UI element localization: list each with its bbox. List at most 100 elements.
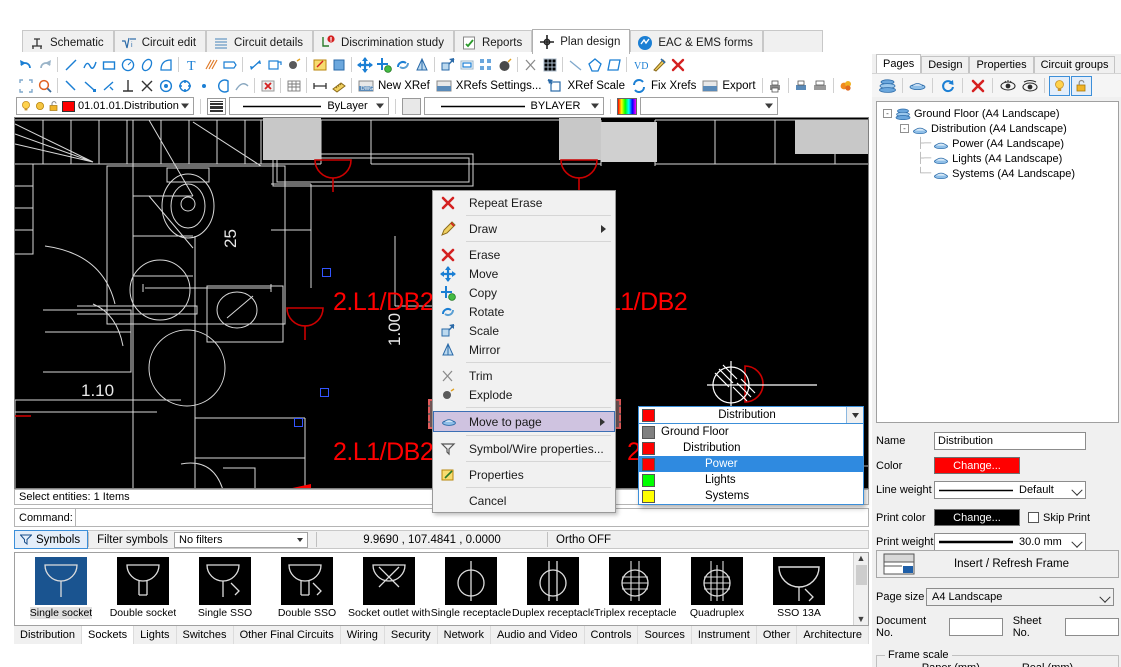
category-tab[interactable]: Switches [177,626,234,644]
ellipse-icon[interactable] [137,55,156,74]
entity-grip[interactable] [322,268,331,277]
layer-combo[interactable]: 01.01.01.Distribution [16,97,194,115]
edit-icon[interactable] [310,55,329,74]
socket-outlet-with-icon[interactable] [363,557,415,605]
intersection-icon[interactable] [99,76,118,95]
export-button[interactable]: Export [699,76,758,95]
fill-icon[interactable] [329,55,348,74]
annotate-icon[interactable] [649,55,668,74]
menu-item-rotate[interactable]: Rotate [433,302,615,321]
explode-icon[interactable] [284,55,303,74]
measure-icon[interactable] [329,76,348,95]
scale-icon[interactable] [438,55,457,74]
move-icon[interactable] [355,55,374,74]
add-page-icon[interactable] [877,76,898,96]
nearest-icon[interactable] [137,76,156,95]
menu-item-move-to-page[interactable]: Move to page [433,411,615,432]
xref-scale-button[interactable]: XRef Scale [544,76,628,95]
category-tab[interactable]: Security [385,626,438,644]
linetype-icon[interactable] [402,97,421,115]
context-menu[interactable]: Repeat Erase Draw Erase Move Copy Rotate Scale… [432,190,616,513]
show-all-icon[interactable] [1019,76,1040,96]
refresh-icon[interactable] [937,76,958,96]
print-preview-icon[interactable] [792,76,811,95]
palette-symbol[interactable]: Single receptacle [431,557,511,619]
category-tab[interactable]: Other [757,626,798,644]
trim-icon[interactable] [521,55,540,74]
linetype-combo[interactable]: ByLayer [229,97,389,115]
chevron-down-icon[interactable] [1099,591,1111,603]
print-icon[interactable] [766,76,785,95]
menu-item-trim[interactable]: Trim [433,366,615,385]
palette-scrollbar[interactable]: ▲ ▼ [853,553,868,625]
menu-item-cancel[interactable]: Cancel [433,491,615,510]
layer-color-swatch[interactable] [62,100,75,112]
scroll-down-icon[interactable]: ▼ [857,615,866,624]
tree-expander[interactable]: - [883,109,892,118]
scroll-up-icon[interactable]: ▲ [857,554,866,563]
new-xref-button[interactable]: DWG New XRef [355,76,433,95]
dimension-icon[interactable] [310,76,329,95]
chevron-down-icon[interactable] [846,407,863,423]
page-option-list[interactable]: Ground Floor Distribution Power Lights Syste… [638,424,864,505]
tab-plan-design[interactable]: Plan design [532,29,631,54]
color-combo[interactable] [640,97,778,115]
lineweight-combo[interactable]: BYLAYER [424,97,604,115]
sphere-icon[interactable] [495,55,514,74]
chevron-down-icon[interactable] [1071,536,1083,548]
shape-icon[interactable] [604,55,623,74]
tree-item[interactable]: ├─ Power (A4 Landscape) [879,136,1116,151]
entity-grip[interactable] [320,388,329,397]
category-tab[interactable]: Network [438,626,491,644]
right-tab-circuit-groups[interactable]: Circuit groups [1033,56,1116,73]
copy-icon[interactable] [374,55,393,74]
line-weight-select[interactable]: Default [934,481,1086,499]
quadruplex-icon[interactable] [691,557,743,605]
menu-item-symbol-wire-properties[interactable]: Symbol/Wire properties... [433,439,615,458]
category-tab[interactable]: Distribution [14,626,83,644]
tangent-icon[interactable] [232,76,251,95]
category-tab[interactable]: Architecture [797,626,870,644]
polygon-icon[interactable] [585,55,604,74]
delete-icon[interactable] [668,55,687,74]
offset-icon[interactable] [457,55,476,74]
name-field[interactable]: Distribution [934,432,1086,450]
mirror-icon[interactable] [412,55,431,74]
category-tab[interactable]: Audio and Video [491,626,585,644]
color-change-button[interactable]: Change... [934,457,1020,474]
table-icon[interactable] [284,76,303,95]
category-tab[interactable]: Lights [134,626,177,644]
zoom-window-icon[interactable] [35,76,54,95]
tree-item[interactable]: └─ Systems (A4 Landscape) [879,166,1116,181]
fix-xrefs-button[interactable]: Fix Xrefs [628,76,699,95]
category-tab[interactable]: Sources [638,626,692,644]
page-option[interactable]: Ground Floor [639,424,863,440]
move-entity-icon[interactable] [265,55,284,74]
right-tab-properties[interactable]: Properties [969,56,1034,73]
delete-page-icon[interactable] [967,76,988,96]
print-weight-select[interactable]: 30.0 mm [934,533,1086,551]
menu-item-draw[interactable]: Draw [433,219,615,238]
pages-tree[interactable]: - Ground Floor (A4 Landscape) - Distributio… [876,101,1119,423]
page-combo-header[interactable]: Distribution [638,406,864,424]
palette-symbol[interactable]: Duplex receptacle [512,557,594,619]
menu-item-repeat-erase[interactable]: Repeat Erase [433,193,615,212]
rectangle-icon[interactable] [99,55,118,74]
palette-symbol[interactable]: SSO 13A [759,557,839,619]
quadrant-icon[interactable] [213,76,232,95]
menu-item-copy[interactable]: Copy [433,283,615,302]
menu-item-mirror[interactable]: Mirror [433,340,615,359]
tab-reports[interactable]: Reports [453,30,533,54]
palette-symbol[interactable]: Single SSO [185,557,265,619]
lightbulb-freeze-icon[interactable] [34,100,46,112]
palette-symbol[interactable]: Double SSO [267,557,347,619]
lightbulb-icon[interactable] [1049,75,1070,96]
tree-item[interactable]: - Distribution (A4 Landscape) [879,121,1116,136]
single-socket-icon[interactable] [35,557,87,605]
plotter-icon[interactable] [811,76,830,95]
node-icon[interactable] [175,76,194,95]
viewport-icon[interactable]: VD [630,55,649,74]
right-tab-pages[interactable]: Pages [876,54,922,73]
scrollbar-thumb[interactable] [855,565,867,585]
line-icon[interactable] [61,55,80,74]
